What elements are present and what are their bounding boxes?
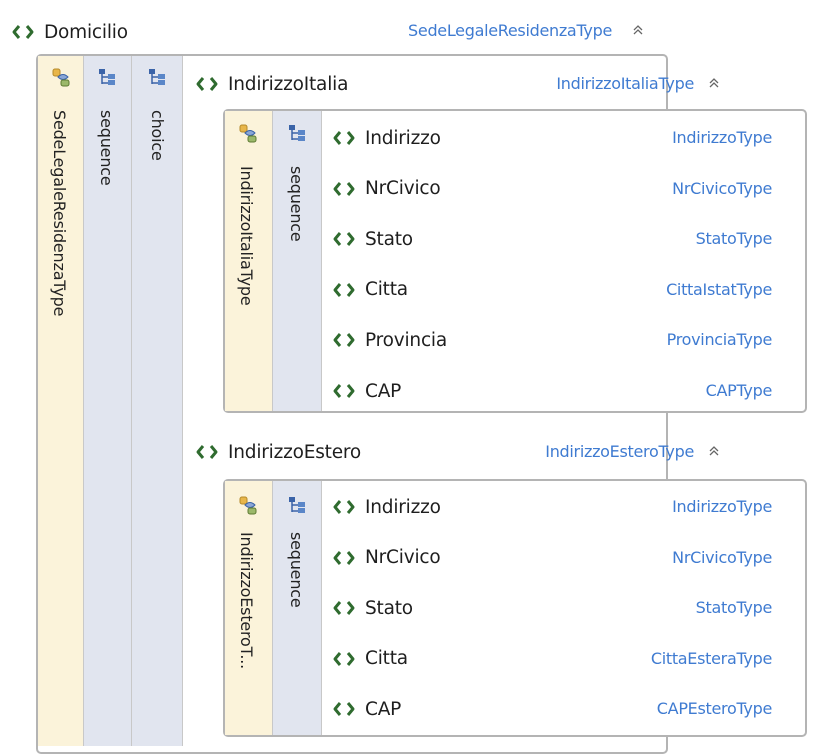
element-icon bbox=[333, 600, 355, 616]
element-icon bbox=[333, 383, 355, 399]
type-icon bbox=[52, 68, 70, 87]
element-name: Domicilio bbox=[44, 21, 128, 43]
element-icon bbox=[12, 24, 34, 40]
element-name: Citta bbox=[365, 279, 408, 301]
element-name: CAP bbox=[365, 698, 402, 720]
element-icon bbox=[333, 231, 355, 247]
type-column-label: IndirizzoEsteroT... bbox=[237, 532, 256, 669]
element-icon bbox=[333, 130, 355, 146]
element-type-link[interactable]: CittaIstatType bbox=[666, 280, 772, 299]
collapse-icon[interactable] bbox=[632, 23, 644, 37]
element-icon bbox=[333, 332, 355, 348]
element-type-link[interactable]: IndirizzoItaliaType bbox=[556, 74, 694, 93]
type-column-label: IndirizzoItaliaType bbox=[237, 166, 256, 306]
sequence-column-label: sequence bbox=[97, 110, 116, 186]
element-name: CAP bbox=[365, 380, 402, 402]
element-type-link[interactable]: SedeLegaleResidenzaType bbox=[408, 21, 612, 40]
sequence-column bbox=[273, 111, 321, 411]
element-type-link[interactable]: NrCivicoType bbox=[672, 179, 772, 198]
element-name: IndirizzoItalia bbox=[228, 73, 349, 95]
element-icon bbox=[333, 181, 355, 197]
choice-icon bbox=[148, 68, 166, 86]
element-icon bbox=[196, 76, 218, 92]
sequence-column bbox=[273, 481, 321, 735]
collapse-icon[interactable] bbox=[708, 76, 720, 90]
element-type-link[interactable]: CAPEsteroType bbox=[657, 699, 773, 718]
type-icon bbox=[239, 496, 257, 515]
element-icon bbox=[333, 701, 355, 717]
element-icon bbox=[333, 282, 355, 298]
sequence-icon bbox=[288, 124, 306, 142]
element-icon bbox=[333, 550, 355, 566]
choice-column-label: choice bbox=[148, 110, 167, 161]
element-type-link[interactable]: IndirizzoEsteroType bbox=[545, 442, 694, 461]
element-name: Stato bbox=[365, 228, 413, 250]
collapse-icon[interactable] bbox=[708, 444, 720, 458]
element-name: Citta bbox=[365, 648, 408, 670]
element-icon bbox=[196, 444, 218, 460]
element-name: Indirizzo bbox=[365, 496, 441, 518]
sequence-column-label: sequence bbox=[287, 166, 306, 242]
element-name: IndirizzoEstero bbox=[228, 441, 362, 463]
element-type-link[interactable]: IndirizzoType bbox=[672, 128, 772, 147]
sequence-icon bbox=[288, 496, 306, 514]
element-type-link[interactable]: StatoType bbox=[696, 598, 773, 617]
element-icon bbox=[333, 651, 355, 667]
element-name: Stato bbox=[365, 597, 413, 619]
element-type-link[interactable]: CittaEsteraType bbox=[651, 649, 772, 668]
type-column-label: SedeLegaleResidenzaType bbox=[50, 110, 69, 317]
element-name: Indirizzo bbox=[365, 127, 441, 149]
element-type-link[interactable]: StatoType bbox=[696, 229, 773, 248]
element-type-link[interactable]: CAPType bbox=[706, 381, 773, 400]
element-type-link[interactable]: ProvinciaType bbox=[667, 330, 773, 349]
element-icon bbox=[333, 499, 355, 515]
sequence-column-label: sequence bbox=[287, 532, 306, 608]
element-name: Provincia bbox=[365, 329, 448, 351]
sequence-icon bbox=[98, 68, 116, 86]
element-name: NrCivico bbox=[365, 547, 441, 569]
element-type-link[interactable]: NrCivicoType bbox=[672, 548, 772, 567]
type-icon bbox=[239, 124, 257, 143]
element-type-link[interactable]: IndirizzoType bbox=[672, 497, 772, 516]
element-name: NrCivico bbox=[365, 178, 441, 200]
